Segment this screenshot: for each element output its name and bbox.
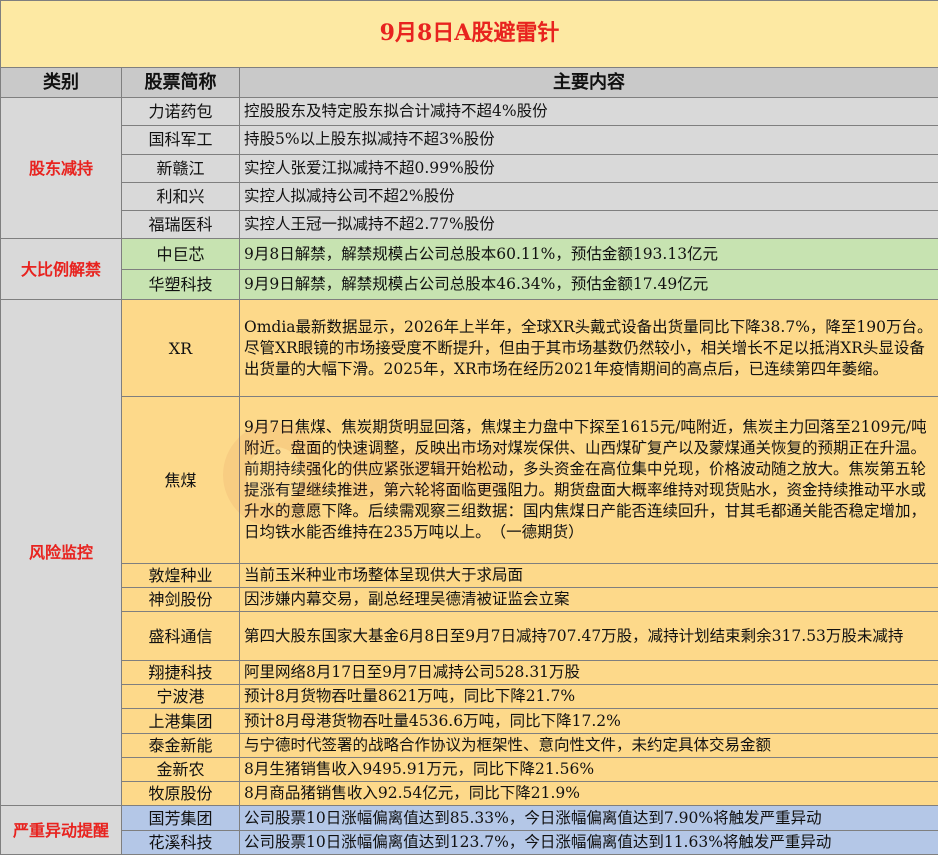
row-content: 9月8日解禁，解禁规模占公司总股本60.11%，预估金额193.13亿元 — [238, 238, 938, 270]
row-content: 公司股票10日涨幅偏离值达到85.33%，今日涨幅偏离值达到7.90%将触发严重… — [238, 805, 938, 831]
table-row: 大比例解禁 中巨芯 9月8日解禁，解禁规模占公司总股本60.11%，预估金额19… — [0, 238, 938, 301]
header-content: 主要内容 — [238, 66, 938, 99]
table-row: 福瑞医科 实控人王冠一拟减持不超2.77%股份 — [1, 210, 938, 240]
table-row: 神剑股份 因涉嫌内幕交易，副总经理吴德清被证监会立案 — [1, 587, 938, 613]
risk-table: 9月8日A股避雷针 类别 股票简称 主要内容 股东减持 力诺药包 控股股东及特定… — [0, 0, 938, 855]
title-row: 9月8日A股避雷针 — [0, 0, 938, 68]
table-row: 泰金新能 与宁德时代签署的战略合作协议为框架性、意向性文件，未约定具体交易金额 — [1, 732, 938, 758]
stock-name: 福瑞医科 — [121, 210, 240, 240]
category-shareholder-reduce: 股东减持 — [0, 96, 122, 240]
stock-name: 敦煌种业 — [121, 562, 240, 589]
stock-name: 神剑股份 — [121, 587, 240, 613]
stock-name: 力诺药包 — [121, 96, 240, 127]
table-row: 华塑科技 9月9日解禁，解禁规模占公司总股本46.34%，预估金额17.49亿元 — [1, 268, 938, 301]
stock-name: XR — [121, 299, 240, 398]
row-content: 9月7日焦煤、焦炭期货明显回落，焦煤主力盘中下探至1615元/吨附近，焦炭主力回… — [238, 396, 938, 564]
row-content: 9月9日解禁，解禁规模占公司总股本46.34%，预估金额17.49亿元 — [238, 268, 938, 301]
row-content: 8月生猪销售收入9495.91万元，同比下降21.56% — [238, 756, 938, 783]
stock-name: 华塑科技 — [121, 268, 240, 301]
table-row: 敦煌种业 当前玉米种业市场整体呈现供大于求局面 — [1, 562, 938, 589]
row-content: 实控人王冠一拟减持不超2.77%股份 — [238, 210, 938, 240]
stock-name: 泰金新能 — [121, 732, 240, 758]
row-content: 控股股东及特定股东拟合计减持不超4%股份 — [238, 96, 938, 127]
page-title: 9月8日A股避雷针 — [0, 0, 938, 68]
header-stock: 股票简称 — [121, 66, 240, 99]
stock-name: 焦煤 — [121, 396, 240, 564]
category-risk-monitor: 风险监控 — [0, 299, 122, 807]
stock-name: 翔捷科技 — [121, 659, 240, 686]
row-content: Omdia最新数据显示，2026年上半年，全球XR头戴式设备出货量同比下降38.… — [238, 299, 938, 398]
table-row: 风险监控 XR Omdia最新数据显示，2026年上半年，全球XR头戴式设备出货… — [0, 299, 938, 807]
row-content: 预计8月货物吞吐量8621万吨，同比下降21.7% — [238, 684, 938, 710]
table-row: 国科军工 持股5%以上股东拟减持不超3%股份 — [1, 125, 938, 155]
table-row: 股东减持 力诺药包 控股股东及特定股东拟合计减持不超4%股份 — [0, 96, 938, 240]
category-large-unlock: 大比例解禁 — [0, 238, 122, 301]
category-abnormal-alert: 严重异动提醒 — [0, 805, 122, 855]
row-content: 当前玉米种业市场整体呈现供大于求局面 — [238, 562, 938, 589]
row-content: 实控人拟减持公司不超2%股份 — [238, 181, 938, 212]
row-content: 公司股票10日涨幅偏离值达到123.7%，今日涨幅偏离值达到11.63%将触发严… — [238, 829, 938, 855]
row-content: 实控人张爱江拟减持不超0.99%股份 — [238, 153, 938, 183]
table-row: 宁波港 预计8月货物吞吐量8621万吨，同比下降21.7% — [1, 684, 938, 710]
table-row: 盛科通信 第四大股东国家大基金6月8日至9月7日减持707.47万股，减持计划结… — [1, 611, 938, 661]
table-row: 利和兴 实控人拟减持公司不超2%股份 — [1, 181, 938, 212]
row-content: 持股5%以上股东拟减持不超3%股份 — [238, 125, 938, 155]
stock-name: 盛科通信 — [121, 611, 240, 661]
table-row: 花溪科技 公司股票10日涨幅偏离值达到123.7%，今日涨幅偏离值达到11.63… — [1, 829, 938, 855]
header-row: 类别 股票简称 主要内容 — [0, 66, 938, 99]
stock-name: 中巨芯 — [121, 238, 240, 270]
row-content: 第四大股东国家大基金6月8日至9月7日减持707.47万股，减持计划结束剩余31… — [238, 611, 938, 661]
table-row: 翔捷科技 阿里网络8月17日至9月7日减持公司528.31万股 — [1, 659, 938, 686]
table-row: 金新农 8月生猪销售收入9495.91万元，同比下降21.56% — [1, 756, 938, 783]
stock-name: 利和兴 — [121, 181, 240, 212]
table-row: 上港集团 预计8月母港货物吞吐量4536.6万吨，同比下降17.2% — [1, 708, 938, 734]
stock-name: 新赣江 — [121, 153, 240, 183]
stock-name: 金新农 — [121, 756, 240, 783]
stock-name: 上港集团 — [121, 708, 240, 734]
row-content: 因涉嫌内幕交易，副总经理吴德清被证监会立案 — [238, 587, 938, 613]
table-row: 新赣江 实控人张爱江拟减持不超0.99%股份 — [1, 153, 938, 183]
row-content: 与宁德时代签署的战略合作协议为框架性、意向性文件，未约定具体交易金额 — [238, 732, 938, 758]
table-row: 牧原股份 8月商品猪销售收入92.54亿元，同比下降21.9% — [1, 781, 938, 807]
stock-name: 牧原股份 — [121, 781, 240, 807]
stock-name: 国科军工 — [121, 125, 240, 155]
table-row: 严重异动提醒 国芳集团 公司股票10日涨幅偏离值达到85.33%，今日涨幅偏离值… — [0, 805, 938, 855]
row-content: 8月商品猪销售收入92.54亿元，同比下降21.9% — [238, 781, 938, 807]
table-row: 焦煤 9月7日焦煤、焦炭期货明显回落，焦煤主力盘中下探至1615元/吨附近，焦炭… — [1, 396, 938, 564]
stock-name: 国芳集团 — [121, 805, 240, 831]
row-content: 预计8月母港货物吞吐量4536.6万吨，同比下降17.2% — [238, 708, 938, 734]
header-category: 类别 — [0, 66, 122, 99]
stock-name: 宁波港 — [121, 684, 240, 710]
stock-name: 花溪科技 — [121, 829, 240, 855]
row-content: 阿里网络8月17日至9月7日减持公司528.31万股 — [238, 659, 938, 686]
